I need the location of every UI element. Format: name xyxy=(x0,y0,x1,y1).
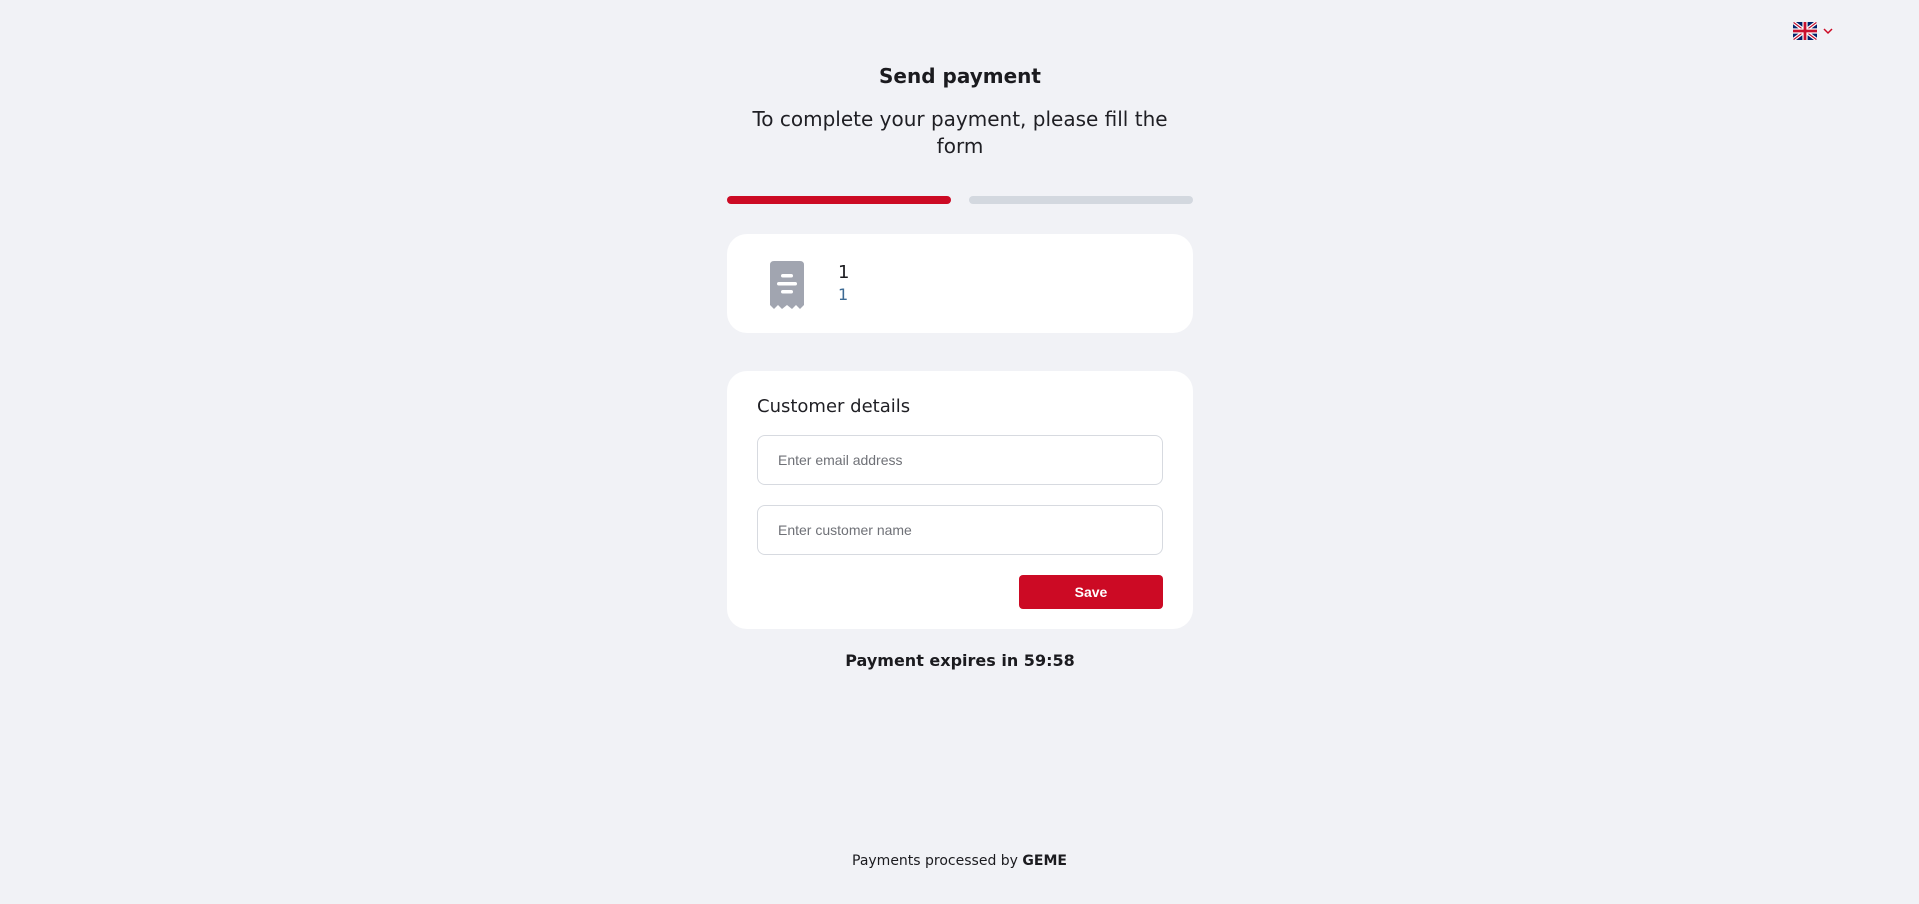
progress-step-1 xyxy=(727,196,951,204)
order-card: 1 1 xyxy=(727,234,1193,333)
order-primary-text: 1 xyxy=(838,262,850,283)
order-secondary-text: 1 xyxy=(838,285,849,304)
customer-name-field[interactable] xyxy=(757,505,1163,555)
order-info: 1 1 xyxy=(838,262,849,306)
chevron-down-icon xyxy=(1823,28,1833,35)
email-field[interactable] xyxy=(757,435,1163,485)
uk-flag-icon xyxy=(1793,22,1817,40)
footer-brand: GEME xyxy=(1022,853,1067,869)
customer-details-card: Customer details Save xyxy=(727,371,1193,629)
progress-steps xyxy=(727,196,1193,204)
footer-prefix: Payments processed by xyxy=(852,853,1018,869)
payment-expiry-text: Payment expires in 59:58 xyxy=(845,651,1075,670)
save-button[interactable]: Save xyxy=(1019,575,1163,609)
page-subtitle: To complete your payment, please fill th… xyxy=(752,107,1168,158)
footer: Payments processed by GEME xyxy=(0,851,1919,871)
progress-step-2 xyxy=(969,196,1193,204)
receipt-icon xyxy=(770,261,804,309)
page-title: Send payment xyxy=(879,64,1041,88)
customer-details-heading: Customer details xyxy=(757,396,911,417)
language-selector[interactable] xyxy=(1793,22,1833,40)
